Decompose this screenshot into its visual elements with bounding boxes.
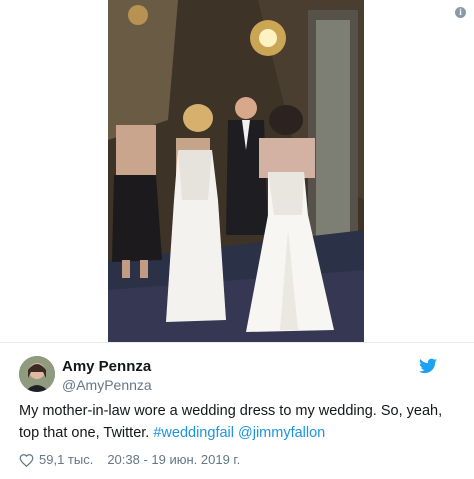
tweet-text: My mother-in-law wore a wedding dress to…: [19, 400, 459, 444]
author-name[interactable]: Amy Pennza: [62, 358, 151, 375]
info-icon[interactable]: i: [455, 7, 466, 18]
author-handle[interactable]: @AmyPennza: [62, 377, 152, 393]
wedding-photo[interactable]: [108, 0, 364, 342]
mention-link[interactable]: @jimmyfallon: [238, 425, 325, 441]
tweet-meta: 59,1 тыс. 20:38 - 19 июн. 2019 г.: [19, 452, 240, 467]
heart-icon[interactable]: [19, 453, 34, 467]
avatar-image: [19, 356, 55, 392]
like-count[interactable]: 59,1 тыс.: [39, 452, 93, 467]
twitter-bird-icon[interactable]: [419, 358, 437, 374]
photo-illustration: [108, 0, 364, 342]
avatar[interactable]: [19, 356, 55, 392]
tweet-timestamp[interactable]: 20:38 - 19 июн. 2019 г.: [107, 452, 240, 467]
hashtag-link[interactable]: #weddingfail: [153, 425, 234, 441]
tweet-media[interactable]: i: [0, 0, 474, 342]
media-divider: [0, 342, 474, 343]
